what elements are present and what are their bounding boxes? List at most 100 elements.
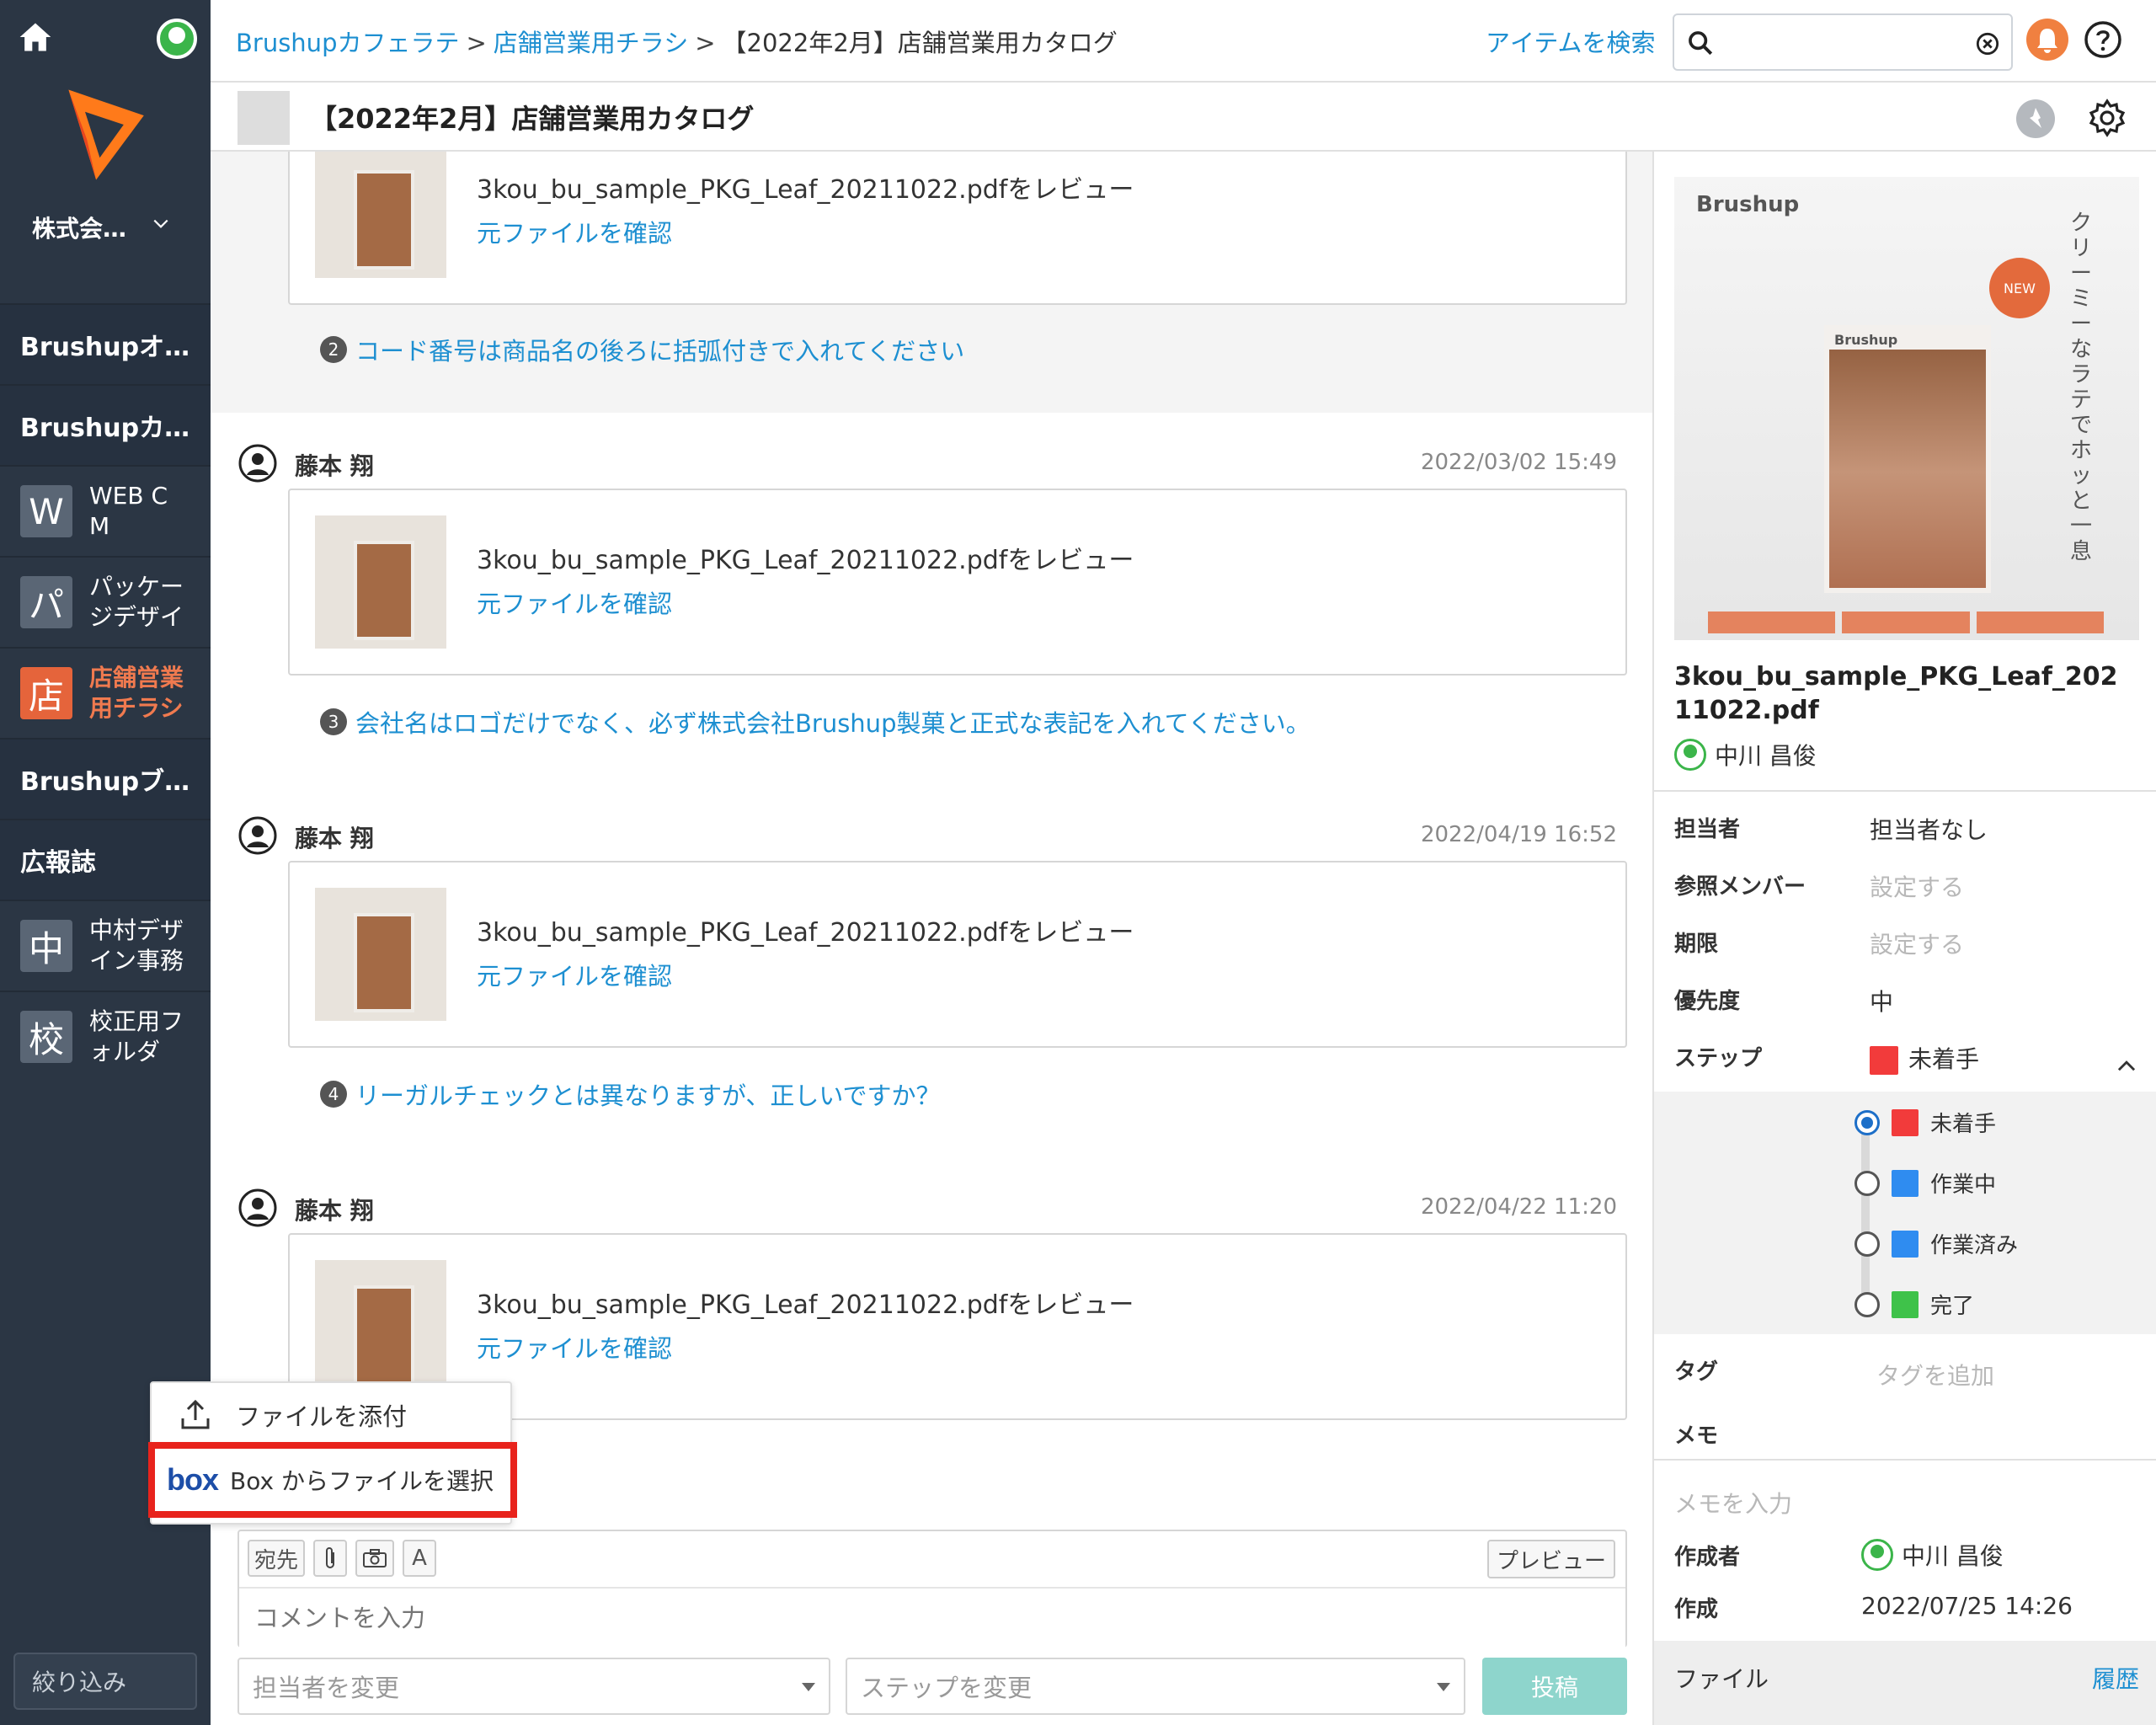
annotation-text: リーガルチェックとは異なりますが、正しいですか？ [355, 1081, 941, 1110]
sidebar-item-label: WEB C M [89, 482, 168, 540]
sidebar-item-badge: 中 [20, 920, 72, 972]
file-name: 3kou_bu_sample_PKG_Leaf_20211022.pdf [1674, 662, 2118, 725]
attach-file-option[interactable]: ファイルを添付 [152, 1383, 510, 1447]
add-tag-input[interactable]: タグを追加 [1876, 1358, 1994, 1391]
priority-value[interactable]: 中 [1870, 984, 1893, 1017]
box-select-label: Box からファイルを選択 [230, 1467, 494, 1495]
mention-button[interactable]: 宛先 [248, 1540, 305, 1577]
radio [1854, 1170, 1880, 1196]
sidebar-item-label: 店舗営業 用チラシ [89, 664, 184, 722]
chevron-down-icon[interactable] [152, 215, 170, 233]
review-card[interactable]: 3kou_bu_sample_PKG_Leaf_20211022.pdfをレビュ… [288, 861, 1627, 1048]
step-value[interactable]: 未着手 [1870, 1041, 1979, 1075]
created-label: 作成 [1674, 1597, 1719, 1622]
sidebar-group[interactable]: 広報誌 [0, 819, 211, 900]
item-search-link[interactable]: アイテムを検索 [1486, 24, 1656, 59]
history-link[interactable]: 履歴 [2092, 1661, 2139, 1695]
review-card[interactable]: 3kou_bu_sample_PKG_Leaf_20211022.pdfをレビュ… [288, 489, 1627, 676]
files-label: ファイル [1674, 1665, 1769, 1693]
attach-menu: ファイルを添付 box Box からファイルを選択 [148, 1381, 517, 1525]
comment-date: 2022/04/19 16:52 [1420, 822, 1617, 847]
step-option-label: 作業中 [1930, 1172, 1997, 1198]
sidebar-item-store-flyer[interactable]: 店 店舗営業 用チラシ [0, 647, 211, 738]
created-date: 2022/07/25 14:26 [1861, 1592, 2073, 1620]
file-preview-image[interactable]: Brushup NEW Brushup クリーミーなラテでホッと一息 [1674, 177, 2139, 640]
app-root: 株式会… Brushupオ… Brushupカ… W WEB C M パ パッケ… [0, 0, 2156, 1725]
home-icon[interactable] [17, 19, 54, 56]
upload-icon [181, 1399, 210, 1429]
comment-input[interactable] [239, 1587, 1625, 1648]
preview-new-badge: NEW [1989, 258, 2050, 318]
due-label: 期限 [1674, 932, 1719, 957]
clear-icon[interactable] [1976, 32, 1999, 56]
camera-icon[interactable] [355, 1540, 394, 1577]
assignee-select-label: 担当者を変更 [253, 1674, 400, 1702]
sidebar-item-badge: パ [20, 576, 72, 628]
review-file-text: 3kou_bu_sample_PKG_Leaf_20211022.pdfをレビュ… [477, 546, 1134, 575]
step-option[interactable]: 完了 [1854, 1289, 1974, 1320]
divider [1654, 1459, 2156, 1461]
members-value[interactable]: 設定する [1870, 869, 1964, 903]
step-select[interactable]: ステップを変更 [846, 1658, 1465, 1715]
step-color-swatch [1892, 1169, 1919, 1197]
sidebar-group[interactable]: Brushupブ… [0, 738, 211, 819]
help-icon[interactable] [2082, 19, 2124, 61]
sidebar-item-proof-folder[interactable]: 校 校正用フ ォルダ [0, 991, 211, 1081]
sidebar-item-label: 中村デザ イン事務 [89, 916, 184, 975]
paperclip-icon[interactable] [313, 1540, 347, 1577]
review-thumbnail [315, 1260, 446, 1393]
pin-icon[interactable] [2016, 99, 2055, 138]
review-thumbnail [315, 888, 446, 1021]
step-option-label: 作業済み [1930, 1233, 2019, 1258]
sidebar-group-label: Brushupブ… [20, 767, 190, 797]
sidebar-item-badge: W [20, 485, 72, 537]
annotation-link[interactable]: 3 会社名はロゴだけでなく、必ず株式会社Brushup製菓と正式な表記を入れてくだ… [320, 704, 1310, 740]
box-select-option[interactable]: box Box からファイルを選択 [148, 1442, 517, 1518]
user-avatar [1861, 1539, 1893, 1571]
chevron-up-icon[interactable] [2116, 1055, 2137, 1076]
step-option[interactable]: 未着手 [1854, 1107, 1996, 1138]
view-original-link[interactable]: 元ファイルを確認 [477, 957, 672, 992]
gear-icon[interactable] [2087, 98, 2127, 138]
memo-input[interactable]: メモを入力 [1674, 1486, 1792, 1519]
preview-feature-strip [1708, 611, 2104, 633]
font-format-button[interactable]: A [403, 1540, 436, 1577]
preview-button[interactable]: プレビュー [1487, 1540, 1615, 1578]
bell-icon[interactable] [2026, 19, 2068, 61]
view-original-link[interactable]: 元ファイルを確認 [477, 585, 672, 620]
step-option-label: 未着手 [1930, 1112, 1997, 1137]
divider [1654, 790, 2156, 792]
user-avatar[interactable] [157, 19, 197, 59]
annotation-link[interactable]: 2 コード番号は商品名の後ろに括弧付きで入れてください [320, 332, 964, 367]
item-detail-panel: Brushup NEW Brushup クリーミーなラテでホッと一息 3kou_… [1652, 152, 2156, 1725]
assignee-select[interactable]: 担当者を変更 [237, 1658, 830, 1715]
sidebar-item-label: パッケー ジデザイ [89, 573, 184, 631]
due-value[interactable]: 設定する [1870, 927, 1964, 960]
annotation-link[interactable]: 4 リーガルチェックとは異なりますが、正しいですか？ [320, 1076, 941, 1112]
view-original-link[interactable]: 元ファイルを確認 [477, 1329, 672, 1365]
uploader: 中川 昌俊 [1674, 738, 1817, 772]
assignee-label: 担当者 [1674, 817, 1741, 842]
filter-button[interactable]: 絞り込み [13, 1653, 197, 1710]
preview-brand: Brushup [1696, 192, 1800, 217]
sidebar-item-web-cm[interactable]: W WEB C M [0, 465, 211, 556]
comment-date: 2022/03/02 15:49 [1420, 450, 1617, 475]
user-avatar [1674, 739, 1706, 771]
step-option[interactable]: 作業済み [1854, 1228, 2018, 1259]
radio-selected [1854, 1109, 1880, 1135]
sidebar-item-package[interactable]: パ パッケー ジデザイ [0, 556, 211, 647]
org-name[interactable]: 株式会… [32, 211, 126, 244]
sidebar-group[interactable]: Brushupオ… [0, 303, 211, 384]
page-title: 【2022年2月】店舗営業用カタログ [310, 103, 755, 135]
sidebar-group[interactable]: Brushupカ… [0, 384, 211, 465]
breadcrumb-link[interactable]: Brushupカフェラテ [236, 29, 459, 57]
view-original-link[interactable]: 元ファイルを確認 [477, 214, 672, 249]
step-option[interactable]: 作業中 [1854, 1167, 1996, 1199]
sidebar-item-nakamura[interactable]: 中 中村デザ イン事務 [0, 900, 211, 991]
comment-author: 藤本 翔 [295, 1197, 374, 1225]
review-card[interactable]: 3kou_bu_sample_PKG_Leaf_20211022.pdfをレビュ… [288, 152, 1627, 305]
post-button[interactable]: 投稿 [1482, 1658, 1627, 1715]
assignee-value[interactable]: 担当者なし [1870, 812, 1988, 846]
search-input[interactable] [1673, 13, 2013, 71]
breadcrumb-link[interactable]: 店舗営業用チラシ [494, 29, 688, 57]
